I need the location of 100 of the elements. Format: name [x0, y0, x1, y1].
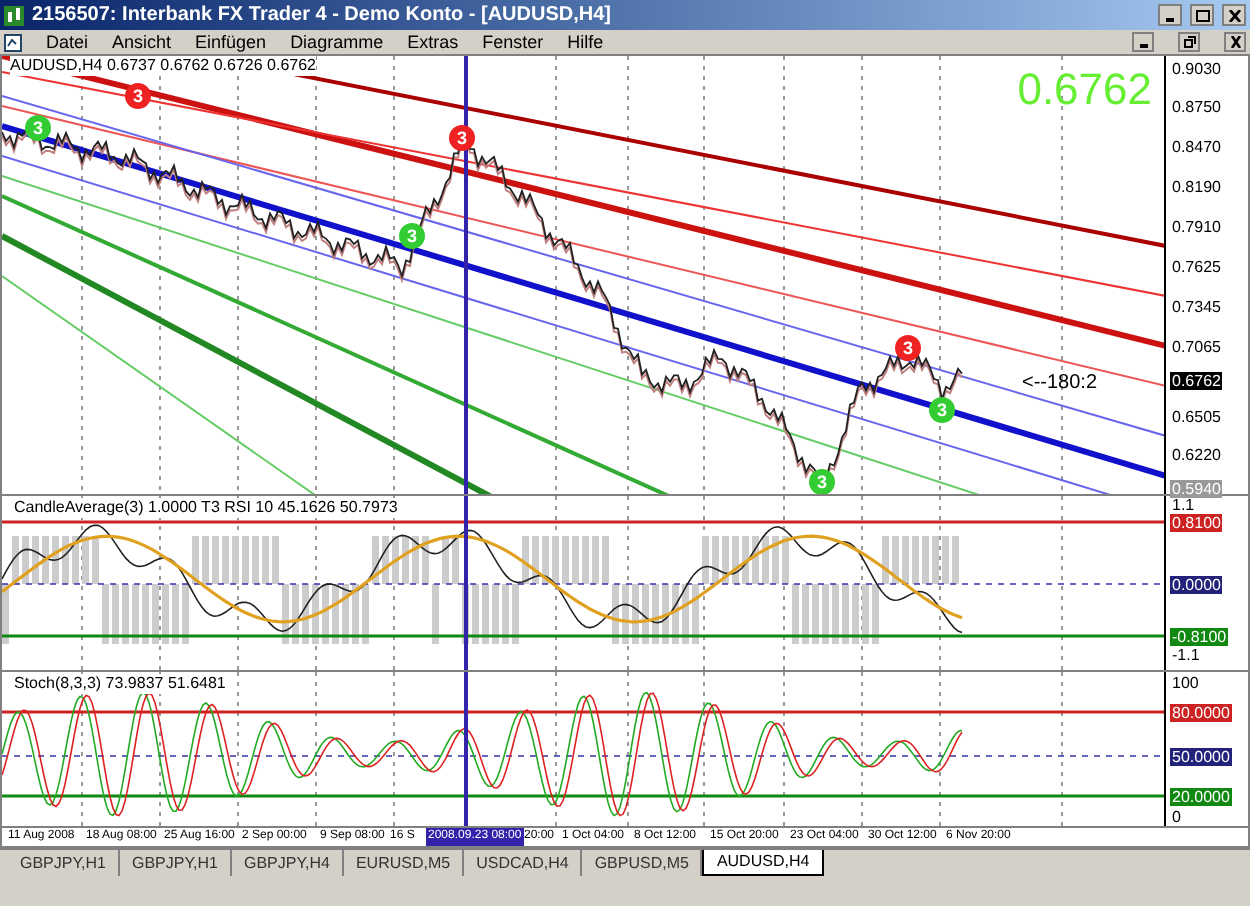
menu-item[interactable]: Hilfe [567, 31, 604, 53]
close-button[interactable] [1224, 32, 1246, 52]
histogram-bar [902, 536, 909, 584]
restore-button[interactable] [1178, 32, 1200, 52]
histogram-bar [672, 584, 679, 644]
axis-label: 0 [1170, 808, 1183, 826]
histogram-bar [482, 584, 489, 644]
histogram-bar [402, 536, 409, 584]
histogram-bar [12, 536, 19, 584]
menu-item[interactable]: Datei [46, 31, 89, 53]
histogram-bar [472, 584, 479, 644]
axis-label: 0.8470 [1170, 138, 1223, 156]
histogram-bar [232, 536, 239, 584]
histogram-bar [542, 536, 549, 584]
chart-tab[interactable]: AUDUSD,H4 [702, 850, 824, 876]
histogram-bar [612, 584, 619, 644]
histogram-bar [62, 536, 69, 584]
histogram-bar [532, 536, 539, 584]
histogram-bar [862, 584, 869, 644]
histogram-bar [22, 536, 29, 584]
axis-label: 0.6220 [1170, 446, 1223, 464]
histogram-bar [72, 536, 79, 584]
histogram-bar [432, 584, 439, 644]
histogram-bar [492, 584, 499, 644]
minimize-button[interactable] [1132, 32, 1154, 52]
histogram-bar [632, 584, 639, 644]
histogram-bar [392, 536, 399, 584]
maximize-button[interactable] [1190, 4, 1214, 26]
histogram-bar [92, 536, 99, 584]
histogram-bar [192, 536, 199, 584]
axis-label: 0.6505 [1170, 408, 1223, 426]
histogram-bar [932, 536, 939, 584]
histogram-bar [262, 536, 269, 584]
annotation-text: <--180:2 [1022, 372, 1098, 396]
axis-label: -1.1 [1170, 646, 1202, 664]
signal-marker: 3 [449, 125, 475, 151]
histogram-bar [422, 536, 429, 584]
histogram-bar [702, 536, 709, 584]
axis-label: 80.0000 [1170, 704, 1232, 722]
axis-label: 0.0000 [1170, 576, 1223, 594]
menu-item[interactable]: Fenster [482, 31, 544, 53]
axis-label: 0.7625 [1170, 258, 1223, 276]
minimize-button[interactable] [1158, 4, 1182, 26]
histogram-bar [822, 584, 829, 644]
histogram-bar [562, 536, 569, 584]
axis-label: -0.8100 [1170, 628, 1229, 646]
histogram-bar [82, 536, 89, 584]
menu-item[interactable]: Ansicht [112, 31, 172, 53]
histogram-bar [172, 584, 179, 644]
histogram-bar [112, 584, 119, 644]
histogram-bar [212, 536, 219, 584]
histogram-bar [622, 584, 629, 644]
histogram-bar [512, 584, 519, 644]
histogram-bar [792, 584, 799, 644]
histogram-bar [222, 536, 229, 584]
signal-marker: 3 [895, 335, 921, 361]
axis-label: 1.1 [1170, 496, 1197, 514]
histogram-bar [372, 536, 379, 584]
restore-icon [1183, 36, 1195, 48]
histogram-bar [692, 584, 699, 644]
symbol-info: AUDUSD,H4 0.6737 0.6762 0.6726 0.6762 [10, 56, 316, 76]
histogram-bar [252, 536, 259, 584]
histogram-bar [842, 584, 849, 644]
histogram-bar [352, 584, 359, 644]
histogram-bar [722, 536, 729, 584]
histogram-bar [42, 536, 49, 584]
axis-label: 0.6762 [1170, 372, 1223, 390]
histogram-bar [742, 536, 749, 584]
axis-label: 50.0000 [1170, 748, 1232, 766]
histogram-bar [752, 536, 759, 584]
maximize-icon [1195, 9, 1209, 21]
histogram-bar [132, 584, 139, 644]
signal-marker: 3 [809, 469, 835, 494]
menu-item[interactable]: Extras [407, 31, 459, 53]
window-title: 2156507: Interbank FX Trader 4 - Demo Konto - [AUDUSD,H4] [32, 2, 614, 30]
histogram-bar [302, 584, 309, 644]
histogram-bar [572, 536, 579, 584]
histogram-bar [162, 584, 169, 644]
axis-label: 0.8100 [1170, 514, 1223, 532]
signal-marker: 3 [399, 223, 425, 249]
histogram-bar [802, 584, 809, 644]
histogram-bar [102, 584, 109, 644]
histogram-bar [582, 536, 589, 584]
menu-item[interactable]: Diagramme [290, 31, 384, 53]
histogram-bar [952, 536, 959, 584]
histogram-bar [362, 584, 369, 644]
axis-label: 0.7345 [1170, 298, 1223, 316]
menu-item[interactable]: Einfügen [195, 31, 267, 53]
histogram-bar [642, 584, 649, 644]
histogram-bar [522, 536, 529, 584]
histogram-bar [892, 536, 899, 584]
histogram-bar [412, 536, 419, 584]
close-button[interactable] [1222, 4, 1246, 26]
axis-label: 0.5940 [1170, 480, 1223, 498]
axis-label: 0.8750 [1170, 98, 1223, 116]
histogram-bar [382, 536, 389, 584]
histogram-bar [282, 584, 289, 644]
histogram-bar [242, 536, 249, 584]
histogram-bar [592, 536, 599, 584]
histogram-bar [662, 584, 669, 644]
